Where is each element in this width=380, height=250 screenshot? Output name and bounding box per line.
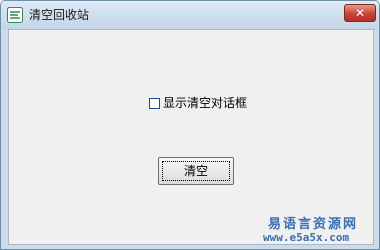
watermark-site-name: 易语言资源网	[268, 217, 359, 232]
close-button[interactable]: ✕	[344, 4, 376, 22]
focus-rectangle	[162, 161, 230, 181]
close-icon: ✕	[354, 6, 366, 20]
window-title: 清空回收站	[29, 8, 90, 22]
show-dialog-checkbox[interactable]	[149, 97, 160, 109]
app-icon	[7, 7, 23, 23]
show-dialog-checkbox-row[interactable]: 显示清空对话框	[149, 95, 247, 111]
clear-button[interactable]: 清空	[158, 157, 234, 185]
watermark-url: www.e5a5x.com	[263, 231, 350, 244]
show-dialog-checkbox-label[interactable]: 显示清空对话框	[163, 95, 247, 111]
title-bar[interactable]: 清空回收站 ✕	[1, 1, 379, 29]
